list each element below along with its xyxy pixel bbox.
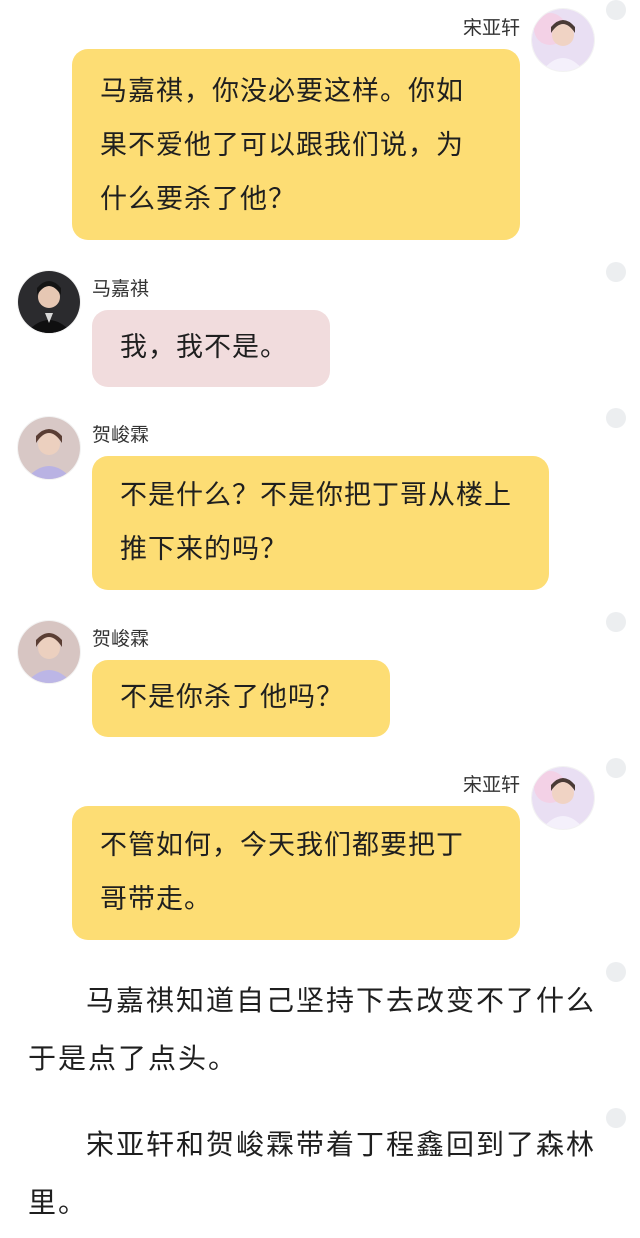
speaker-name: 贺峻霖 [92,628,150,650]
speaker-name: 贺峻霖 [92,424,150,446]
side-dot-icon [606,1108,626,1128]
side-dot-icon [606,758,626,778]
side-dot-icon [606,408,626,428]
avatar-he-junlin-icon[interactable] [18,621,80,683]
speaker-name: 宋亚轩 [462,774,520,796]
message-bubble: 不管如何，今天我们都要把丁哥带走。 [72,806,520,940]
chat-message: 贺峻霖 不是什么？不是你把丁哥从楼上推下来的吗？ [0,408,640,593]
narration-paragraph: 马嘉祺知道自己坚持下去改变不了什么于是点了点头。 [28,984,597,1075]
side-dot-icon [606,262,626,282]
side-dot-icon [606,612,626,632]
chat-message: 宋亚轩 不管如何，今天我们都要把丁哥带走。 [0,758,640,943]
message-bubble: 不是你杀了他吗？ [92,660,390,737]
avatar-he-junlin-icon[interactable] [18,417,80,479]
message-bubble: 我，我不是。 [92,310,330,387]
side-dot-icon [606,962,626,982]
avatar-song-yaxuan-icon[interactable] [532,9,594,71]
speaker-name: 马嘉祺 [92,278,150,300]
narration-paragraph: 宋亚轩和贺峻霖带着丁程鑫回到了森林里。 [28,1128,597,1219]
speaker-name: 宋亚轩 [462,17,520,39]
avatar-song-yaxuan-icon[interactable] [532,767,594,829]
avatar-ma-jiaqi-icon[interactable] [18,271,80,333]
message-bubble: 不是什么？不是你把丁哥从楼上推下来的吗？ [92,456,549,590]
message-bubble: 马嘉祺，你没必要这样。你如果不爱他了可以跟我们说，为什么要杀了他？ [72,49,520,240]
chat-message: 马嘉祺 我，我不是。 [0,262,640,392]
chat-message: 贺峻霖 不是你杀了他吗？ [0,612,640,742]
chat-message: 宋亚轩 马嘉祺，你没必要这样。你如果不爱他了可以跟我们说，为什么要杀了他？ [0,0,640,250]
side-dot-icon [606,0,626,20]
